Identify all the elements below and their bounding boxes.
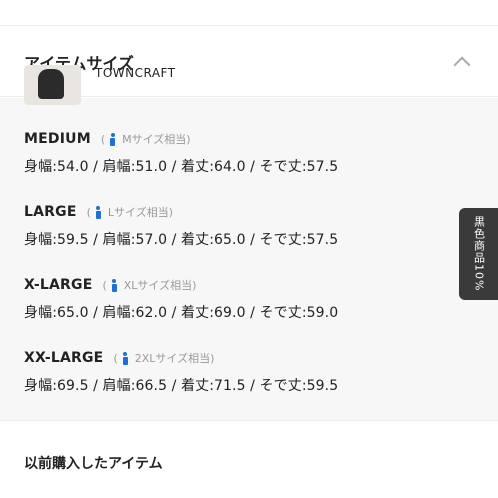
size-equivalent-label: 2XLサイズ相当 <box>134 352 211 365</box>
person-icon <box>109 132 116 146</box>
size-measurements: 身幅:69.5 / 肩幅:66.5 / 着丈:71.5 / そで丈:59.5 <box>24 378 339 394</box>
size-item-large: LARGE (Lサイズ相当) 身幅:59.5 / 肩幅:57.0 / 着丈:65… <box>24 201 474 274</box>
item-brand: TOWNCRAFT <box>95 66 176 80</box>
size-equivalent: (2XLサイズ相当) <box>113 351 215 365</box>
size-equivalent: (Mサイズ相当) <box>100 132 191 146</box>
chevron-up-icon[interactable] <box>450 50 474 74</box>
size-equivalent-label: Lサイズ相当 <box>107 206 169 219</box>
purchase-history-section: 以前購入したアイテム <box>0 420 498 498</box>
item-thumbnail[interactable] <box>24 65 81 105</box>
size-list: MEDIUM (Mサイズ相当) 身幅:54.0 / 肩幅:51.0 / 着丈:6… <box>0 98 498 420</box>
size-name: XX-LARGE <box>24 350 104 366</box>
size-name: X-LARGE <box>24 277 93 293</box>
size-equivalent-label: Mサイズ相当 <box>122 133 187 146</box>
size-equivalent: (XLサイズ相当) <box>102 278 197 292</box>
size-measurements: 身幅:59.5 / 肩幅:57.0 / 着丈:65.0 / そで丈:57.5 <box>24 232 339 248</box>
history-item[interactable]: TOWNCRAFT <box>24 65 176 105</box>
size-item-x-large: X-LARGE (XLサイズ相当) 身幅:65.0 / 肩幅:62.0 / 着丈… <box>24 274 474 347</box>
size-measurements: 身幅:54.0 / 肩幅:51.0 / 着丈:64.0 / そで丈:57.5 <box>24 159 339 175</box>
size-equivalent: (Lサイズ相当) <box>86 205 173 219</box>
size-name: LARGE <box>24 204 77 220</box>
person-icon <box>111 278 118 292</box>
promo-side-tab[interactable]: 黒色商品10% <box>459 208 498 300</box>
size-item-xx-large: XX-LARGE (2XLサイズ相当) 身幅:69.5 / 肩幅:66.5 / … <box>24 347 474 420</box>
size-measurements: 身幅:65.0 / 肩幅:62.0 / 着丈:69.0 / そで丈:59.0 <box>24 305 339 321</box>
size-equivalent-label: XLサイズ相当 <box>123 279 193 292</box>
previous-section-edge <box>0 0 498 26</box>
purchase-history-title: 以前購入したアイテム <box>24 456 163 472</box>
person-icon <box>122 351 129 365</box>
size-name: MEDIUM <box>24 131 91 147</box>
person-icon <box>95 205 102 219</box>
size-item-medium: MEDIUM (Mサイズ相当) 身幅:54.0 / 肩幅:51.0 / 着丈:6… <box>24 128 474 201</box>
